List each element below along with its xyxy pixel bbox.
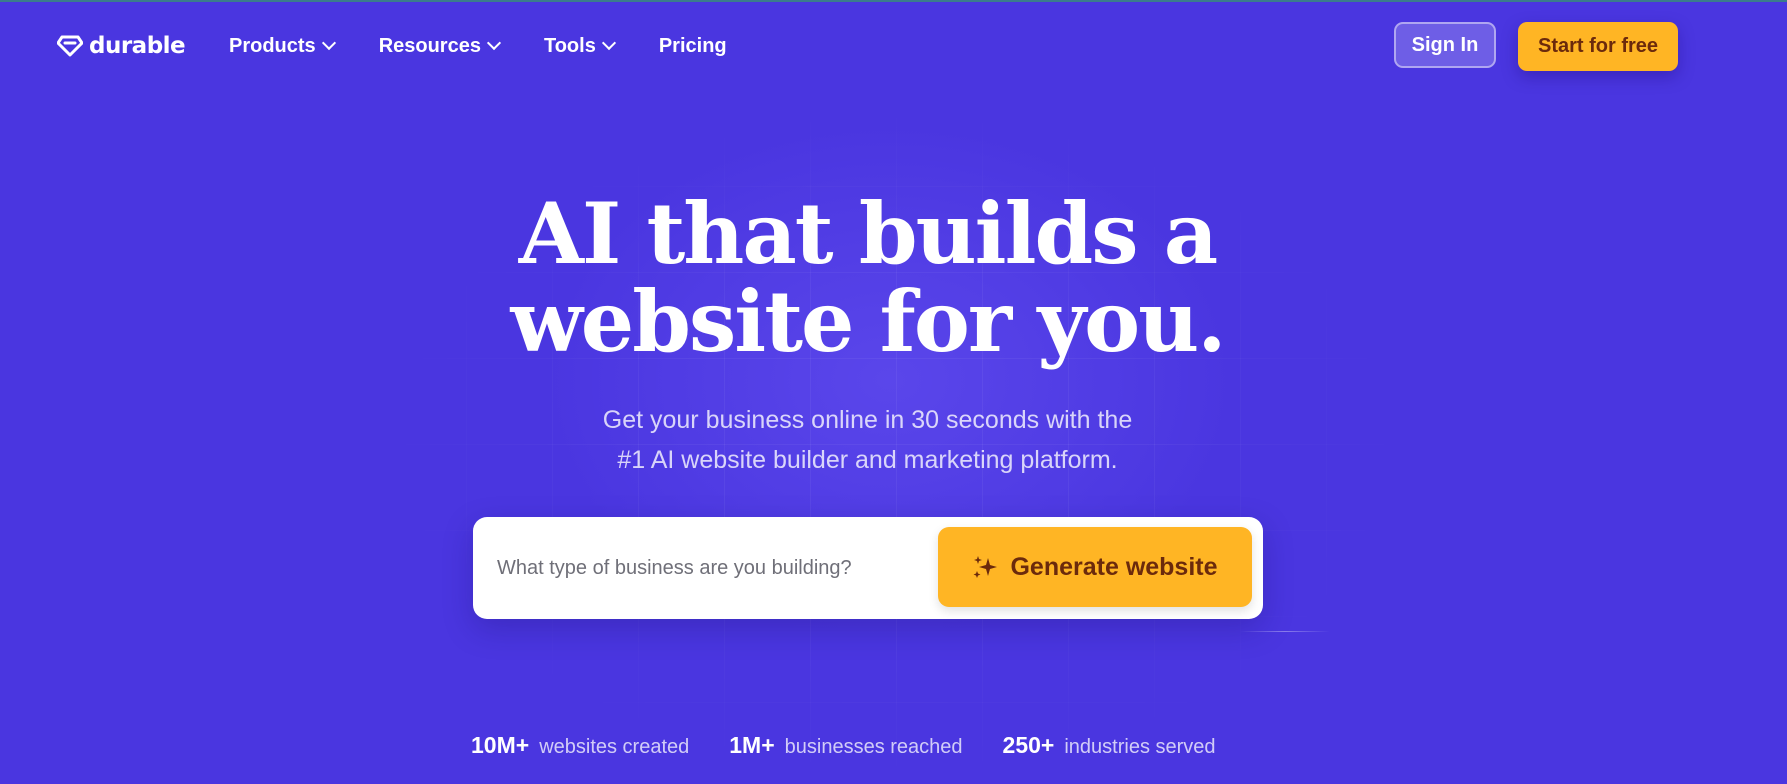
chevron-down-icon xyxy=(486,35,502,51)
decorative-glint xyxy=(1240,631,1330,632)
chevron-down-icon xyxy=(601,35,616,51)
nav-item-label: Pricing xyxy=(658,34,727,57)
brand-name: durable xyxy=(89,33,186,59)
nav-item-label: Tools xyxy=(543,34,596,57)
sign-in-button[interactable]: Sign In xyxy=(1394,22,1496,68)
stat-websites: 10M+ websites created xyxy=(471,732,689,759)
stat-value: 250+ xyxy=(1002,732,1055,758)
diamond-logo-icon xyxy=(57,35,83,57)
stat-label: industries served xyxy=(1064,736,1216,758)
stat-value: 10M+ xyxy=(471,732,530,758)
generate-website-label: Generate website xyxy=(1010,552,1218,581)
nav-item-tools[interactable]: Tools xyxy=(543,32,616,60)
start-for-free-button[interactable]: Start for free xyxy=(1518,22,1678,71)
nav-item-products[interactable]: Products xyxy=(229,32,336,60)
hero-subtitle-line-1: Get your business online in 30 seconds w… xyxy=(602,406,1133,434)
stat-value: 1M+ xyxy=(729,732,775,758)
nav-menu: Products Resources Tools Pricing xyxy=(229,32,772,60)
stat-industries: 250+ industries served xyxy=(1003,732,1216,759)
business-search-form: Generate website xyxy=(473,517,1263,619)
stat-label: businesses reached xyxy=(784,736,963,758)
nav-item-pricing[interactable]: Pricing xyxy=(659,32,727,60)
business-type-input[interactable] xyxy=(495,547,899,589)
durable-logo[interactable]: durable xyxy=(57,33,186,59)
generate-website-button[interactable]: Generate website xyxy=(938,527,1252,607)
chevron-down-icon xyxy=(321,35,336,51)
nav-item-label: Resources xyxy=(378,34,481,57)
nav-item-resources[interactable]: Resources xyxy=(378,32,502,60)
hero-title-line-1: AI that builds a xyxy=(518,184,1218,283)
hero-subtitle: Get your business online in 30 seconds w… xyxy=(0,400,1735,480)
sparkle-icon xyxy=(973,556,998,578)
stats-row: 10M+ websites created 1M+ businesses rea… xyxy=(471,732,1256,759)
top-nav: durable Products Resources Tools Pricing… xyxy=(0,0,1787,92)
hero-subtitle-line-2: #1 AI website builder and marketing plat… xyxy=(617,446,1118,474)
hero-title-line-2: website for you. xyxy=(510,272,1227,371)
hero-title: AI that builds a website for you. xyxy=(0,190,1735,366)
nav-item-label: Products xyxy=(229,34,316,57)
stat-label: websites created xyxy=(539,736,690,758)
stat-businesses: 1M+ businesses reached xyxy=(729,732,962,759)
